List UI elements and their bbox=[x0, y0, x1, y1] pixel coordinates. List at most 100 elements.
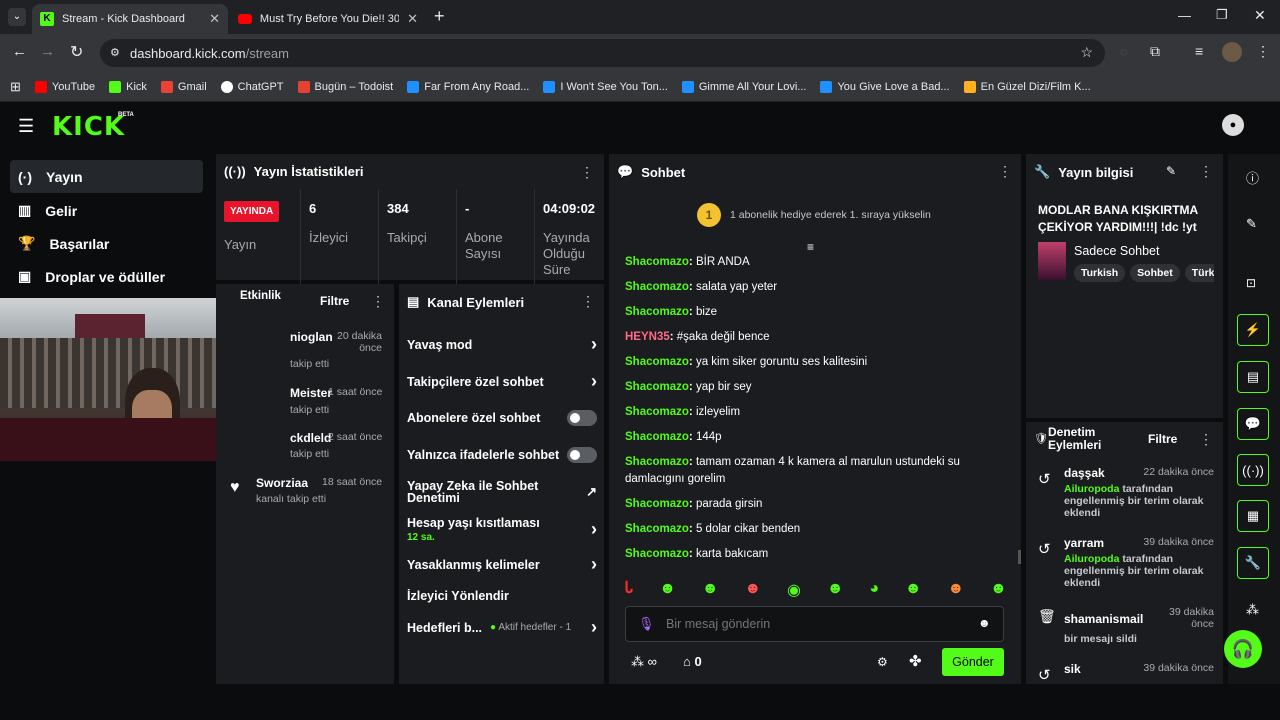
chat-username[interactable]: HEYN35 bbox=[625, 331, 670, 343]
browser-menu-icon[interactable]: ⋮ bbox=[1256, 43, 1270, 60]
account-age-row[interactable]: Hesap yaşı kısıtlaması 12 sa. › bbox=[407, 516, 597, 543]
chat-username[interactable]: Shacomazo bbox=[625, 306, 689, 318]
chat-input[interactable] bbox=[666, 613, 966, 635]
tag-pill[interactable]: Türk bbox=[1184, 264, 1214, 282]
site-info-icon[interactable]: ⚙ bbox=[110, 46, 120, 59]
emote-icon[interactable]: ☻ bbox=[744, 580, 761, 600]
bookmark-star-icon[interactable]: ☆ bbox=[1080, 44, 1093, 61]
emote-icon[interactable]: Ꮣ bbox=[625, 580, 633, 600]
new-tab-button[interactable]: + bbox=[434, 6, 445, 27]
url-field[interactable]: ⚙ dashboard.kick.com/stream ☆ bbox=[100, 39, 1105, 67]
bookmark-todoist[interactable]: Bugün – Todoist bbox=[297, 80, 393, 93]
chat-username[interactable]: Shacomazo bbox=[625, 281, 689, 293]
nav-item-achievements[interactable]: 🏆 Başarılar bbox=[10, 227, 203, 260]
chat-username[interactable]: Shacomazo bbox=[625, 523, 689, 535]
bookmark-gmail[interactable]: Gmail bbox=[160, 80, 207, 93]
goals-row[interactable]: Hedefleri b... ● Aktif hedefler - 1 › bbox=[407, 617, 597, 638]
bookmark-song-1[interactable]: Far From Any Road... bbox=[407, 80, 529, 93]
back-icon[interactable]: ← bbox=[12, 43, 27, 60]
quick-action-chat-icon[interactable]: 💬 bbox=[1237, 408, 1269, 440]
activity-user[interactable]: ckdleld bbox=[290, 431, 331, 445]
quick-action-scene-icon[interactable]: ▦ bbox=[1237, 500, 1269, 532]
info-icon[interactable]: ⓘ bbox=[1246, 168, 1259, 187]
microphone-icon[interactable]: 🎙 bbox=[638, 616, 655, 632]
user-avatar[interactable]: ● bbox=[1222, 114, 1244, 136]
apps-grid-icon[interactable]: ⊞ bbox=[10, 79, 21, 95]
undo-icon[interactable]: ↺ bbox=[1038, 666, 1051, 684]
forward-icon[interactable]: → bbox=[40, 43, 55, 60]
slow-mode-row[interactable]: Yavaş mod › bbox=[407, 334, 597, 355]
maximize-icon[interactable]: ❐ bbox=[1216, 7, 1228, 23]
tab-list-button[interactable]: ⌄ bbox=[8, 8, 26, 26]
chat-scrollbar[interactable] bbox=[1018, 550, 1021, 564]
activity-user[interactable]: Meister bbox=[290, 386, 332, 400]
gift-sub-banner[interactable]: 1 abonelik hediye ederek 1. sıraya yükse… bbox=[730, 209, 931, 221]
extensions-puzzle-icon[interactable]: ⧉ bbox=[1150, 43, 1160, 60]
emote-icon[interactable]: ◉ bbox=[787, 580, 801, 600]
quick-action-broadcast-icon[interactable]: ((·)) bbox=[1237, 454, 1269, 486]
emote-only-toggle[interactable] bbox=[567, 447, 597, 463]
media-control-icon[interactable]: ≡ bbox=[1195, 43, 1203, 59]
chat-username[interactable]: Shacomazo bbox=[625, 431, 689, 443]
chat-username[interactable]: Shacomazo bbox=[625, 406, 689, 418]
emote-icon[interactable]: ☻ bbox=[905, 580, 922, 600]
chat-username[interactable]: Shacomazo bbox=[625, 498, 689, 510]
more-options-icon[interactable]: ⋮ bbox=[1199, 431, 1213, 448]
chat-username[interactable]: Shacomazo bbox=[625, 548, 689, 560]
bookmark-kick[interactable]: Kick bbox=[109, 80, 147, 93]
subs-only-toggle[interactable] bbox=[567, 410, 597, 426]
emote-icon[interactable]: ☻ bbox=[702, 580, 719, 600]
banned-words-row[interactable]: Yasaklanmış kelimeler › bbox=[407, 554, 597, 575]
followers-only-row[interactable]: Takipçilere özel sohbet › bbox=[407, 371, 597, 392]
minimize-icon[interactable]: — bbox=[1178, 8, 1191, 23]
nav-item-revenue[interactable]: ▥ Gelir bbox=[10, 194, 203, 227]
more-options-icon[interactable]: ⋮ bbox=[371, 293, 385, 310]
undo-icon[interactable]: ↺ bbox=[1038, 540, 1051, 558]
bookmark-chatgpt[interactable]: ChatGPT bbox=[220, 80, 284, 93]
points-icon[interactable]: ⁂ ∞ bbox=[631, 654, 657, 670]
emoji-picker-icon[interactable]: ☻ bbox=[978, 616, 991, 630]
tab-youtube[interactable]: Must Try Before You Die!! 30 Se ✕ bbox=[230, 4, 426, 34]
more-options-icon[interactable]: ⋮ bbox=[998, 163, 1012, 180]
extension-icon[interactable]: ◌ bbox=[1120, 44, 1128, 59]
close-tab-icon[interactable]: ✕ bbox=[209, 11, 220, 27]
kick-logo[interactable]: KICK bbox=[52, 112, 125, 142]
send-button[interactable]: Gönder bbox=[942, 648, 1004, 676]
emote-icon[interactable]: ☻ bbox=[659, 580, 676, 600]
reload-icon[interactable]: ↻ bbox=[70, 42, 83, 62]
filter-button[interactable]: Filtre bbox=[320, 294, 349, 308]
edit-pencil-icon[interactable]: ✎ bbox=[1166, 164, 1176, 178]
support-headset-icon[interactable]: 🎧 bbox=[1224, 630, 1262, 668]
nav-item-stream[interactable]: (·) Yayın bbox=[10, 160, 203, 193]
mod-tools-icon[interactable]: ✤ bbox=[909, 652, 922, 670]
quick-action-notes-icon[interactable]: ▤ bbox=[1237, 361, 1269, 393]
emote-icon[interactable]: ☻ bbox=[827, 580, 844, 600]
close-window-icon[interactable]: ✕ bbox=[1254, 7, 1266, 24]
filter-button[interactable]: Filtre bbox=[1148, 432, 1177, 446]
chat-username[interactable]: Shacomazo bbox=[625, 256, 689, 268]
hamburger-menu-icon[interactable]: ☰ bbox=[18, 116, 34, 137]
quick-action-lightning-icon[interactable]: ⚡ bbox=[1237, 314, 1269, 346]
emote-icon[interactable]: ☻ bbox=[947, 580, 964, 600]
chat-username[interactable]: Shacomazo bbox=[625, 456, 689, 468]
close-tab-icon[interactable]: ✕ bbox=[407, 11, 418, 27]
profile-avatar[interactable] bbox=[1222, 42, 1242, 62]
gifts-button[interactable]: ⌂ 0 bbox=[683, 654, 702, 669]
bookmark-films[interactable]: En Güzel Dizi/Film K... bbox=[963, 80, 1091, 93]
mod-action-by[interactable]: Ailuropoda bbox=[1064, 483, 1119, 495]
ai-moderation-row[interactable]: Yapay Zeka ile Sohbet Denetimi ↗ bbox=[407, 480, 597, 505]
more-options-icon[interactable]: ⋮ bbox=[580, 164, 594, 181]
activity-user[interactable]: nioglan bbox=[290, 330, 333, 344]
category-name[interactable]: Sadece Sohbet bbox=[1074, 244, 1160, 258]
quick-action-wrench-icon[interactable]: 🔧 bbox=[1237, 547, 1269, 579]
edit-pencil-icon[interactable]: ✎ bbox=[1246, 216, 1257, 232]
pinned-toggle-icon[interactable]: ≡ bbox=[807, 240, 814, 254]
tag-pill[interactable]: Sohbet bbox=[1130, 264, 1180, 282]
mod-action-by[interactable]: Ailuropoda bbox=[1064, 553, 1119, 565]
category-thumbnail[interactable] bbox=[1038, 242, 1066, 280]
bookmark-song-2[interactable]: I Won't See You Ton... bbox=[543, 80, 668, 93]
emote-icon[interactable]: ☻ bbox=[990, 580, 1007, 600]
nav-item-drops[interactable]: ▣ Droplar ve ödüller bbox=[10, 260, 203, 293]
chat-username[interactable]: Shacomazo bbox=[625, 381, 689, 393]
chat-settings-icon[interactable]: ⚙ bbox=[877, 655, 888, 669]
